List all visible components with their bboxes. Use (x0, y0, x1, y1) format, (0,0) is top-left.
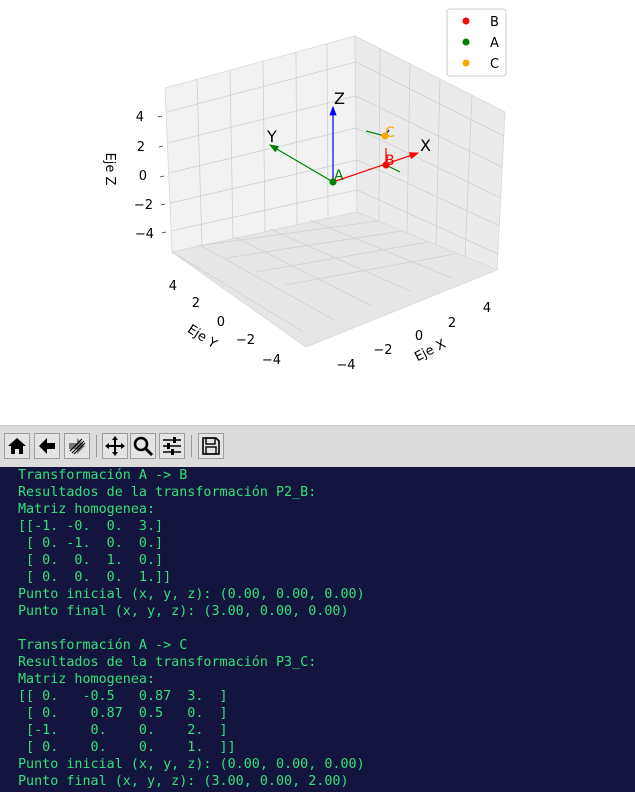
toolbar-separator (96, 435, 97, 457)
frame-y-label: Y (266, 127, 277, 146)
back-button[interactable] (34, 433, 60, 459)
forward-button[interactable] (64, 433, 90, 459)
point-b-label: B (385, 153, 395, 169)
save-button[interactable] (198, 433, 224, 459)
terminal-line: [[ 0. -0.5 0.87 3. ] (18, 689, 228, 704)
y-tick-label: 4 (169, 279, 177, 294)
terminal-line: [ 0. 0. 0. 1.]] (18, 570, 172, 585)
x-tick-label: 0 (415, 329, 423, 344)
home-icon (8, 438, 26, 454)
zoom-button[interactable] (130, 433, 156, 459)
point-a-label: A (334, 168, 344, 184)
x-tick-label: 4 (483, 301, 491, 316)
configure-subplots-button[interactable] (159, 433, 185, 459)
3d-panes (164, 35, 506, 348)
terminal-line: Punto inicial (x, y, z): (0.00, 0.00, 0.… (18, 757, 365, 772)
y-tick-label: 0 (217, 315, 225, 330)
z-tick-label: −4 (135, 227, 154, 242)
terminal-output[interactable]: Transformación A -> B Resultados de la tr… (0, 467, 635, 792)
legend: B A C (446, 8, 507, 77)
back-icon (39, 438, 55, 454)
y-tick-label: −4 (262, 353, 281, 368)
z-tick-label: −2 (134, 198, 153, 213)
terminal-line: Matriz homogenea: (18, 502, 156, 517)
frame-z-label: Z (334, 89, 345, 108)
point-c-label: C (385, 125, 395, 141)
y-tick-label: 2 (192, 296, 200, 311)
x-tick-label: −2 (373, 343, 392, 358)
frame-x-label: X (420, 136, 431, 155)
legend-marker-a (462, 38, 470, 46)
z-tick-label: 4 (136, 110, 144, 125)
pan-button[interactable] (102, 433, 128, 459)
legend-label: C (490, 57, 499, 72)
y-axis-label: Eje Y (184, 322, 219, 352)
terminal-line: Transformación A -> B (18, 468, 188, 483)
x-tick-label: 2 (448, 316, 456, 331)
z-axis-label: Eje Z (102, 153, 117, 186)
3d-plot-canvas[interactable]: 4 2 0 −2 −4 Eje Z 4 2 0 −2 −4 Eje Y −4 −… (0, 0, 635, 425)
legend-label: A (490, 36, 499, 51)
zoom-icon (133, 436, 154, 457)
terminal-line: Matriz homogenea: (18, 672, 156, 687)
toolbar-separator (191, 435, 192, 457)
save-icon (202, 437, 220, 455)
pan-icon (105, 436, 125, 456)
z-tick-label: 0 (139, 169, 147, 184)
terminal-line: [ 0. 0.87 0.5 0. ] (18, 706, 228, 721)
terminal-line: Resultados de la transformación P2_B: (18, 485, 317, 500)
terminal-line: [ 0. -1. 0. 0.] (18, 536, 164, 551)
terminal-line: Resultados de la transformación P3_C: (18, 655, 317, 670)
navigation-toolbar (0, 425, 635, 467)
terminal-line: [ 0. 0. 0. 1. ]] (18, 740, 236, 755)
terminal-line: Transformación A -> C (18, 638, 188, 653)
configure-subplots-icon (163, 437, 181, 455)
y-tick-label: −2 (236, 333, 255, 348)
terminal-line: Punto final (x, y, z): (3.00, 0.00, 0.00… (18, 604, 349, 619)
forward-icon (69, 438, 86, 455)
legend-marker-b (462, 17, 470, 25)
plot-area[interactable]: 4 2 0 −2 −4 Eje Z 4 2 0 −2 −4 Eje Y −4 −… (0, 0, 635, 425)
home-button[interactable] (4, 433, 30, 459)
terminal-line: Punto inicial (x, y, z): (0.00, 0.00, 0.… (18, 587, 365, 602)
legend-marker-c (462, 59, 470, 67)
terminal-line: [-1. 0. 0. 2. ] (18, 723, 228, 738)
terminal-line: [[-1. -0. 0. 3.] (18, 519, 164, 534)
axis-tick-marks (157, 115, 167, 234)
terminal-line: [ 0. 0. 1. 0.] (18, 553, 164, 568)
terminal-line: Punto final (x, y, z): (3.00, 0.00, 2.00… (18, 774, 349, 789)
x-tick-label: −4 (336, 358, 355, 373)
z-tick-label: 2 (137, 140, 145, 155)
legend-label: B (490, 15, 499, 30)
